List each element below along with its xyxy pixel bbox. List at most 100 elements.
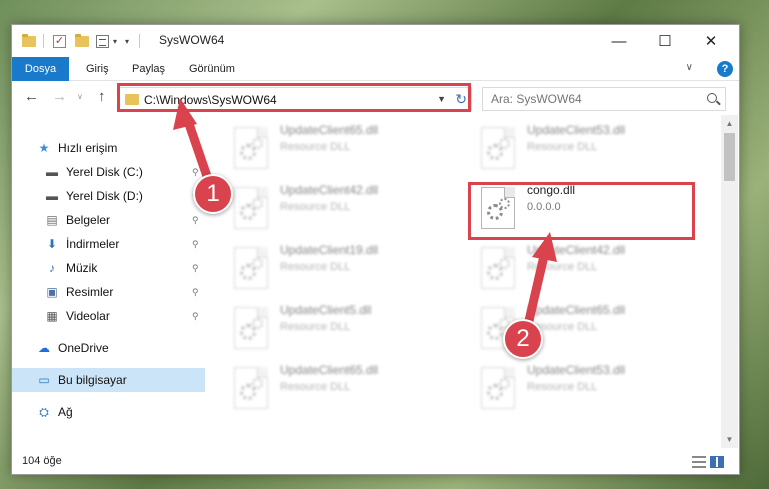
file-description: Resource DLL bbox=[280, 381, 351, 393]
sidebar-item[interactable]: ★ Hızlı erişim bbox=[12, 136, 205, 160]
dll-file-icon bbox=[481, 127, 515, 169]
file-item[interactable]: UpdateClient53.dll Resource DLL bbox=[469, 359, 699, 419]
sidebar-item[interactable]: ⬇ İndirmeler ⚲ bbox=[12, 232, 205, 256]
sidebar-item[interactable]: ▬Yerel Disk (D:)⚲ bbox=[12, 184, 205, 208]
tab-view[interactable]: Görünüm bbox=[189, 57, 235, 81]
file-item[interactable]: UpdateClient65.dll Resource DLL bbox=[469, 299, 699, 359]
up-button[interactable]: ↑ bbox=[98, 89, 106, 105]
sidebar-item[interactable]: ▣ Resimler ⚲ bbox=[12, 280, 205, 304]
sidebar-item-label: Yerel Disk (C:) bbox=[66, 165, 143, 179]
vertical-scrollbar[interactable]: ▲ ▼ bbox=[721, 115, 738, 448]
sidebar-item[interactable]: ♪ Müzik ⚲ bbox=[12, 256, 205, 280]
address-highlight-box bbox=[117, 83, 471, 112]
file-description: Resource DLL bbox=[280, 141, 351, 153]
tab-home[interactable]: Giriş bbox=[86, 57, 109, 81]
file-item[interactable]: UpdateClient65.dll Resource DLL bbox=[222, 359, 452, 419]
gear-icon bbox=[252, 138, 263, 149]
step-marker-1: 1 bbox=[193, 174, 233, 214]
pin-icon[interactable]: ⚲ bbox=[192, 287, 199, 298]
pin-icon[interactable]: ⚲ bbox=[192, 167, 199, 178]
pin-icon[interactable]: ⚲ bbox=[192, 263, 199, 274]
recent-locations-icon[interactable]: ∨ bbox=[77, 92, 83, 101]
tab-share[interactable]: Paylaş bbox=[132, 57, 165, 81]
sidebar-item[interactable]: ☁ OneDrive bbox=[12, 336, 205, 360]
music-icon: ♪ bbox=[49, 261, 55, 275]
scroll-up-icon[interactable]: ▲ bbox=[721, 115, 738, 132]
gear-icon bbox=[499, 258, 510, 269]
pictures-icon: ▣ bbox=[46, 285, 58, 299]
file-description: Resource DLL bbox=[527, 381, 598, 393]
sidebar-item[interactable]: ▤ Belgeler ⚲ bbox=[12, 208, 205, 232]
gear-icon bbox=[252, 258, 263, 269]
network-icon: ⛭ bbox=[39, 404, 49, 419]
gear-icon bbox=[499, 378, 510, 389]
sidebar-item[interactable]: ⛭ Ağ bbox=[12, 400, 205, 424]
cloud-icon: ☁ bbox=[38, 341, 50, 355]
dll-file-icon bbox=[234, 367, 268, 409]
help-icon[interactable]: ? bbox=[717, 61, 733, 77]
drive-icon: ▬ bbox=[46, 165, 58, 179]
gear-icon bbox=[252, 198, 263, 209]
ribbon-tabs: Dosya Giriş Paylaş Görünüm ∨ ? bbox=[12, 57, 739, 81]
file-description: Resource DLL bbox=[527, 141, 598, 153]
file-item[interactable]: UpdateClient5.dll Resource DLL bbox=[222, 299, 452, 359]
title-bar: ✓ ▾ ▾ SysWOW64 — ☐ ✕ bbox=[12, 25, 739, 57]
file-item[interactable]: UpdateClient42.dll Resource DLL bbox=[469, 239, 699, 299]
pin-icon[interactable]: ⚲ bbox=[192, 311, 199, 322]
sidebar-item-label: Bu bilgisayar bbox=[58, 373, 127, 387]
scrollbar-thumb[interactable] bbox=[724, 133, 735, 181]
sidebar-item-label: Belgeler bbox=[66, 213, 111, 227]
file-description: Resource DLL bbox=[280, 261, 351, 273]
sidebar-item[interactable]: ▬ Yerel Disk (C:) ⚲ bbox=[12, 160, 205, 184]
minimize-button[interactable]: — bbox=[596, 25, 642, 57]
file-name: UpdateClient42.dll bbox=[280, 183, 379, 197]
scroll-down-icon[interactable]: ▼ bbox=[721, 431, 738, 448]
navigation-pane: ★ Hızlı erişim ▬ Yerel Disk (C:) ⚲ ▬ Yerel Dis… bbox=[12, 115, 205, 448]
search-icon[interactable] bbox=[707, 93, 717, 103]
chevron-down-icon[interactable]: ▾ bbox=[113, 37, 117, 46]
customize-toolbar-icon[interactable]: ▾ bbox=[125, 37, 129, 46]
file-item[interactable]: UpdateClient53.dll Resource DLL bbox=[469, 119, 699, 179]
gear-icon bbox=[252, 318, 263, 329]
dll-file-icon bbox=[481, 247, 515, 289]
folder-icon[interactable] bbox=[22, 33, 36, 47]
sidebar-item-label: Videolar bbox=[66, 309, 110, 323]
file-item[interactable]: UpdateClient19.dll Resource DLL bbox=[222, 239, 452, 299]
sidebar-item[interactable]: ▦ Videolar ⚲ bbox=[12, 304, 205, 328]
pin-icon[interactable]: ⚲ bbox=[192, 239, 199, 250]
dll-file-icon bbox=[481, 367, 515, 409]
download-icon: ⬇ bbox=[46, 237, 58, 251]
file-name: UpdateClient53.dll bbox=[527, 363, 626, 377]
sidebar-item[interactable]: ▭ Bu bilgisayar bbox=[12, 368, 205, 392]
back-button[interactable]: ← bbox=[24, 89, 39, 105]
file-description: Resource DLL bbox=[527, 261, 598, 273]
file-name: UpdateClient19.dll bbox=[280, 243, 379, 257]
file-item[interactable]: UpdateClient42.dll Resource DLL bbox=[222, 179, 452, 239]
video-icon: ▦ bbox=[46, 309, 58, 323]
new-folder-icon[interactable] bbox=[75, 33, 89, 47]
drive-icon: ▬ bbox=[46, 189, 58, 203]
star-icon: ★ bbox=[38, 141, 50, 155]
step-marker-2: 2 bbox=[503, 319, 543, 359]
file-item[interactable]: UpdateClient65.dll Resource DLL bbox=[222, 119, 452, 179]
gear-icon bbox=[252, 378, 263, 389]
properties-icon[interactable] bbox=[96, 34, 109, 48]
forward-button[interactable]: → bbox=[52, 89, 67, 105]
pin-icon[interactable]: ⚲ bbox=[192, 215, 199, 226]
dll-file-icon bbox=[234, 127, 268, 169]
sidebar-item-label: Müzik bbox=[66, 261, 98, 275]
tab-file[interactable]: Dosya bbox=[12, 57, 69, 81]
search-input[interactable] bbox=[483, 88, 683, 110]
dll-file-icon bbox=[234, 247, 268, 289]
maximize-button[interactable]: ☐ bbox=[642, 25, 688, 57]
properties-check-icon[interactable]: ✓ bbox=[53, 34, 66, 48]
large-icons-view-icon[interactable] bbox=[710, 456, 724, 468]
file-name: UpdateClient65.dll bbox=[280, 123, 379, 137]
details-view-icon[interactable] bbox=[692, 456, 706, 468]
close-button[interactable]: ✕ bbox=[688, 25, 734, 57]
quick-access-toolbar bbox=[22, 33, 36, 49]
sidebar-item-label: Resimler bbox=[66, 285, 114, 299]
file-name: UpdateClient65.dll bbox=[527, 303, 626, 317]
search-box[interactable] bbox=[482, 87, 726, 111]
expand-ribbon-icon[interactable]: ∨ bbox=[686, 62, 693, 73]
